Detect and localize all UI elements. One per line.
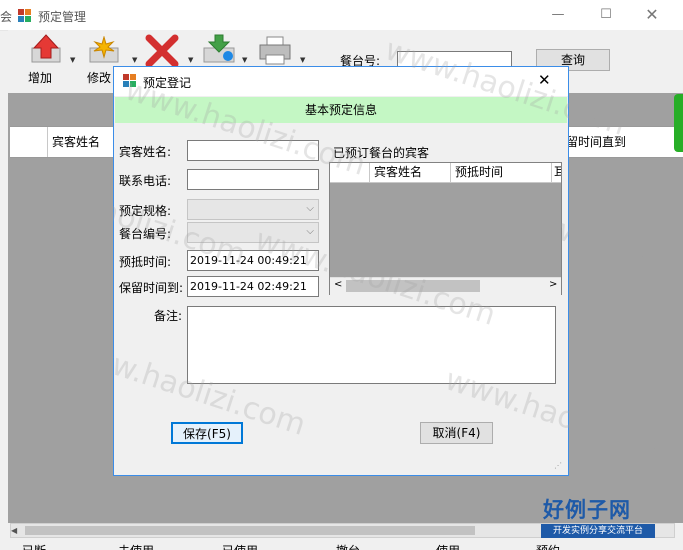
add-dropdown-arrow-icon[interactable]: ▼: [70, 56, 75, 64]
edit-dropdown-arrow-icon[interactable]: ▼: [132, 56, 137, 64]
add-label: 增加: [28, 71, 53, 85]
add-button[interactable]: 增加: [16, 34, 72, 86]
booked-scroll-thumb[interactable]: [346, 280, 480, 292]
add-arrow-up-icon: [31, 34, 61, 63]
grid-corner-cell: [10, 127, 48, 157]
grid-col-guest-name[interactable]: 宾客姓名: [48, 127, 118, 157]
booking-dialog: 预定登记 ✕ 基本预定信息 宾客姓名: 联系电话: 预定规格: ⌵ 餐台编号: …: [113, 66, 569, 476]
remark-textarea[interactable]: [187, 306, 556, 384]
bottom-tab-5[interactable]: 预约: [536, 542, 560, 550]
edit-label: 修改: [87, 71, 112, 85]
bottom-tabs: 已断 未使用 已使用 撤台 使用 预约: [0, 540, 683, 550]
maximize-button[interactable]: ☐: [586, 0, 626, 30]
guest-name-input[interactable]: [187, 140, 319, 161]
chevron-down-icon: ⌵: [306, 203, 314, 214]
haolizi-logo: 好例子网 开发实例分享交流平台: [541, 494, 659, 540]
cancel-button[interactable]: 取消(F4): [420, 422, 493, 444]
scroll-left-icon[interactable]: <: [334, 279, 342, 290]
delete-dropdown-arrow-icon[interactable]: ▼: [188, 56, 193, 64]
side-text: 会: [0, 10, 13, 24]
printer-icon: [259, 36, 291, 65]
booked-col-cut[interactable]: 耳: [552, 163, 561, 182]
arrive-time-label: 预抵时间:: [119, 255, 172, 269]
main-window-title: 预定管理: [38, 10, 87, 24]
logo-sub-text: 开发实例分享交流平台: [541, 524, 655, 538]
booked-grid-corner: [330, 163, 370, 182]
export-dropdown-arrow-icon[interactable]: ▼: [242, 56, 247, 64]
bottom-tab-2[interactable]: 已使用: [222, 542, 258, 550]
spec-label: 预定规格:: [119, 204, 172, 218]
booked-grid-header: 宾客姓名 预抵时间 耳: [330, 163, 561, 183]
scroll-right-icon[interactable]: >: [549, 279, 557, 290]
booked-guests-grid[interactable]: 宾客姓名 预抵时间 耳 < >: [329, 162, 562, 295]
minimize-button[interactable]: —: [538, 0, 578, 30]
booked-col-guest-name[interactable]: 宾客姓名: [370, 163, 451, 182]
delete-x-icon: [145, 34, 179, 68]
export-download-icon: [203, 34, 235, 63]
booked-guests-label: 已预订餐台的宾客: [333, 146, 430, 160]
bottom-tab-0[interactable]: 已断: [22, 542, 46, 550]
scroll-thumb[interactable]: [25, 526, 475, 535]
arrive-time-picker[interactable]: 2019-11-24 00:49:21: [187, 250, 319, 271]
bottom-tab-1[interactable]: 未使用: [118, 542, 154, 550]
logo-main-text: 好例子网: [543, 498, 631, 522]
spec-select[interactable]: ⌵: [187, 199, 319, 220]
dialog-title-bar: 预定登记 ✕: [114, 67, 568, 96]
grid-col-keep-until[interactable]: 留时间直到: [562, 127, 683, 157]
resize-grip-icon[interactable]: ⋰: [554, 461, 562, 470]
remark-label: 备注:: [154, 309, 183, 323]
table-code-label: 餐台编号:: [119, 227, 172, 241]
green-side-tab[interactable]: [674, 94, 683, 152]
print-dropdown-arrow-icon[interactable]: ▼: [300, 56, 305, 64]
phone-input[interactable]: [187, 169, 319, 190]
save-button[interactable]: 保存(F5): [171, 422, 243, 444]
main-title-bar: 会 预定管理 — ☐ ✕: [0, 0, 683, 31]
guest-name-label: 宾客姓名:: [119, 145, 172, 159]
booked-col-arrive-time[interactable]: 预抵时间: [451, 163, 552, 182]
table-code-select[interactable]: ⌵: [187, 222, 319, 243]
dialog-close-icon[interactable]: ✕: [538, 71, 551, 89]
edit-sparkle-icon: [89, 36, 119, 63]
bottom-tab-3[interactable]: 撤台: [336, 542, 360, 550]
app-icon: [18, 9, 31, 22]
close-button[interactable]: ✕: [632, 0, 672, 30]
phone-label: 联系电话:: [119, 174, 172, 188]
keep-time-picker[interactable]: 2019-11-24 02:49:21: [187, 276, 319, 297]
dialog-banner: 基本预定信息: [115, 97, 567, 123]
bottom-tab-4[interactable]: 使用: [436, 542, 460, 550]
booked-grid-scrollbar[interactable]: < >: [330, 277, 561, 295]
scroll-left-icon[interactable]: ◀: [11, 526, 17, 535]
keep-time-label: 保留时间到:: [119, 281, 184, 295]
dialog-title: 预定登记: [143, 76, 192, 90]
chevron-down-icon: ⌵: [306, 226, 314, 237]
dialog-app-icon: [123, 74, 136, 87]
